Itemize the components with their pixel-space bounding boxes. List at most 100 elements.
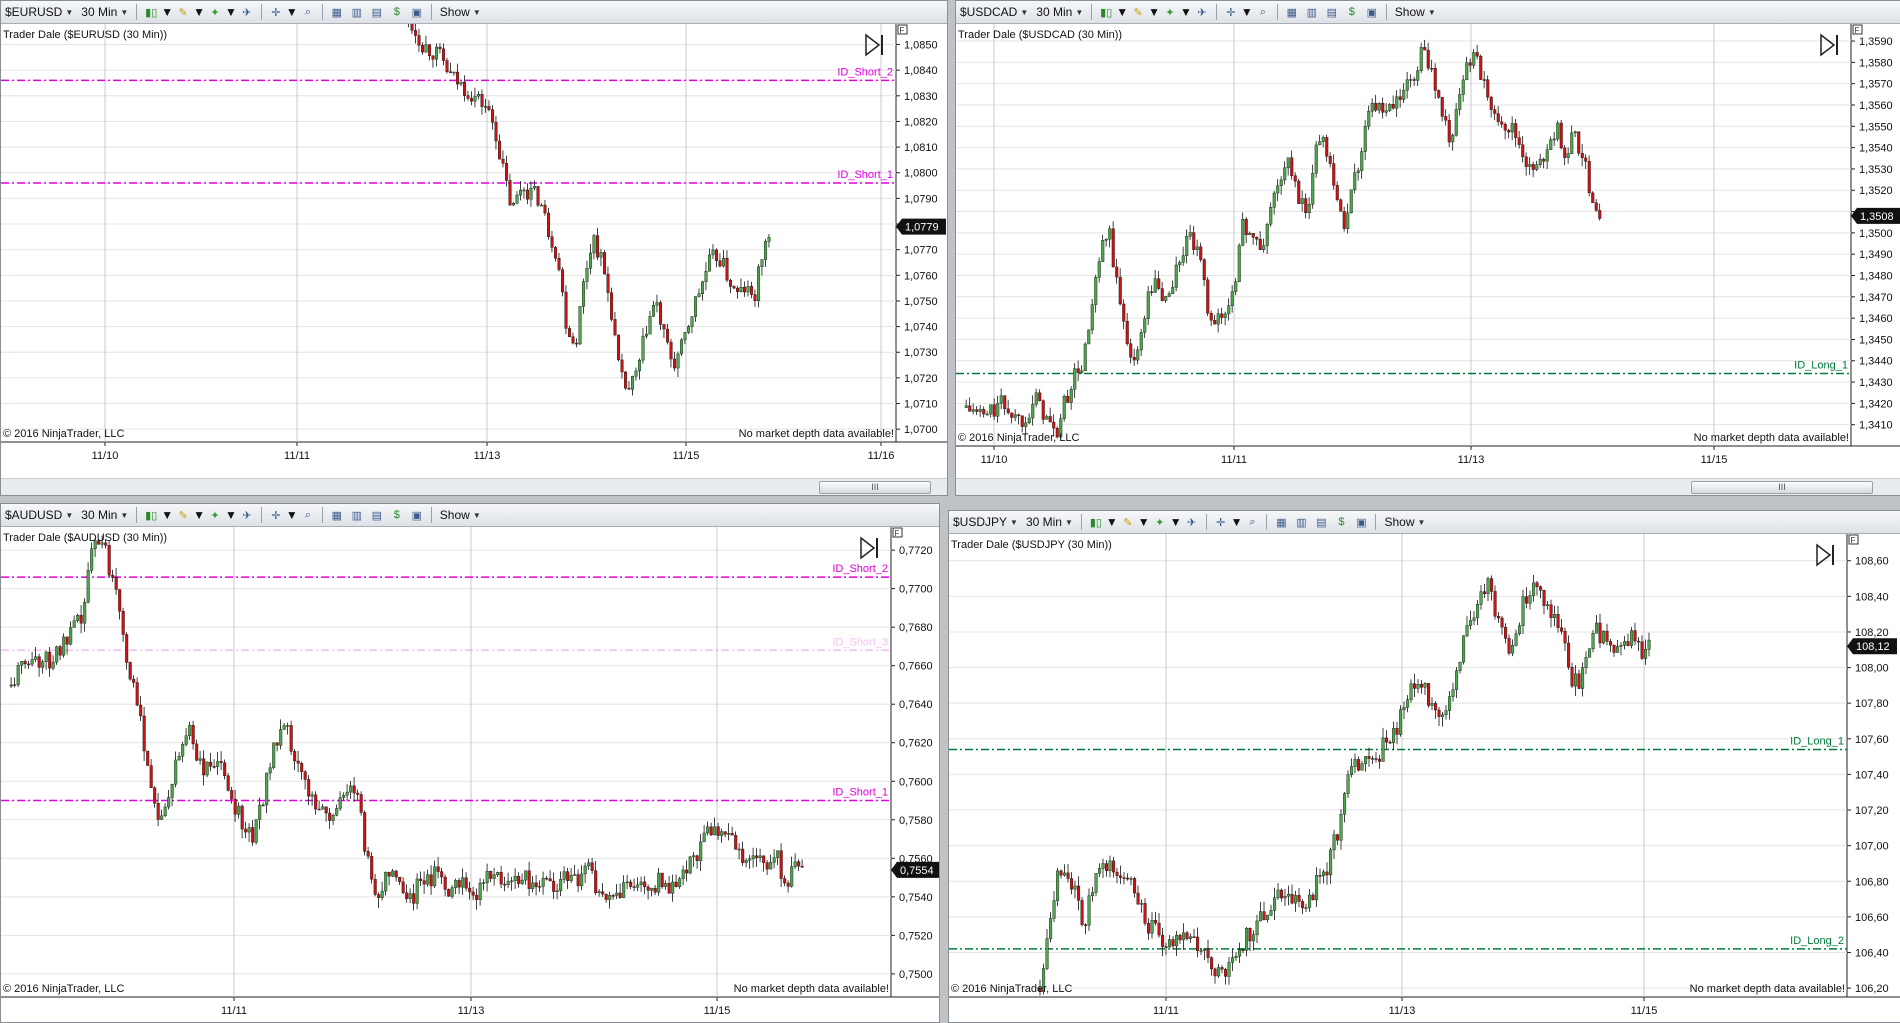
- show-menu-button[interactable]: Show ▼: [436, 505, 485, 525]
- candle-body: [533, 186, 537, 189]
- properties-icon[interactable]: ▣: [409, 4, 425, 20]
- wand-icon[interactable]: ✦: [1152, 514, 1168, 530]
- crosshair-icon[interactable]: ✛: [268, 507, 284, 523]
- chevron-down-icon[interactable]: ▼: [1106, 515, 1118, 529]
- strategies-icon[interactable]: ▤: [369, 507, 385, 523]
- chart-options-icon[interactable]: F: [1848, 534, 1859, 545]
- chart-options-icon[interactable]: F: [892, 527, 903, 538]
- scroll-thumb[interactable]: III: [1691, 481, 1873, 494]
- instrument-selector[interactable]: $USDCAD ▼: [956, 2, 1032, 22]
- zoom-icon[interactable]: ⌕: [300, 4, 316, 20]
- dollar-icon[interactable]: $: [1333, 514, 1349, 530]
- candle-body: [1409, 79, 1413, 81]
- strategies-icon[interactable]: ▤: [369, 4, 385, 20]
- candles-icon[interactable]: ▮▯: [1098, 4, 1114, 20]
- show-menu-button[interactable]: Show ▼: [1391, 2, 1440, 22]
- candle-body: [272, 742, 276, 768]
- chevron-down-icon[interactable]: ▼: [1148, 5, 1160, 19]
- instrument-selector[interactable]: $AUDUSD ▼: [1, 505, 77, 525]
- candle-body: [1465, 625, 1469, 637]
- wand-icon[interactable]: ✦: [1162, 4, 1178, 20]
- instrument-selector[interactable]: $EURUSD ▼: [1, 2, 77, 22]
- chart-usdjpy[interactable]: 108,60 108,40 108,20 108,00 107,80 107,60 107,…: [949, 534, 1900, 1022]
- instrument-selector[interactable]: $USDJPY ▼: [949, 512, 1022, 532]
- candle-body: [1070, 878, 1074, 890]
- scrollbar-usdcad[interactable]: III: [956, 478, 1900, 495]
- candles-icon[interactable]: ▮▯: [1088, 514, 1104, 530]
- timeframe-selector[interactable]: 30 Min ▼: [1032, 2, 1087, 22]
- pencil-icon[interactable]: ✎: [1130, 4, 1146, 20]
- properties-icon[interactable]: ▣: [1353, 514, 1369, 530]
- chart-usdcad[interactable]: 1,3590 1,3580 1,3570 1,3560 1,3550 1,3540 1,35…: [956, 24, 1900, 476]
- dollar-icon[interactable]: $: [389, 507, 405, 523]
- candle-body: [487, 106, 491, 110]
- pin-icon[interactable]: ✈: [1194, 4, 1210, 20]
- timeframe-selector[interactable]: 30 Min ▼: [77, 2, 132, 22]
- chart-eurusd[interactable]: 1,0850 1,0840 1,0830 1,0820 1,0810 1,0800 1,07…: [1, 24, 947, 476]
- properties-icon[interactable]: ▣: [409, 507, 425, 523]
- chevron-down-icon[interactable]: ▼: [1231, 515, 1243, 529]
- wand-icon[interactable]: ✦: [207, 507, 223, 523]
- level-label: ID_Long_1: [1790, 735, 1844, 747]
- indicators-icon[interactable]: ▥: [349, 507, 365, 523]
- pencil-icon[interactable]: ✎: [175, 507, 191, 523]
- chevron-down-icon[interactable]: ▼: [193, 5, 205, 19]
- chevron-down-icon[interactable]: ▼: [161, 5, 173, 19]
- chevron-down-icon[interactable]: ▼: [225, 508, 237, 522]
- candle-body: [536, 186, 540, 206]
- chevron-down-icon[interactable]: ▼: [1170, 515, 1182, 529]
- chevron-down-icon[interactable]: ▼: [193, 508, 205, 522]
- chevron-down-icon[interactable]: ▼: [286, 5, 298, 19]
- data-series-icon[interactable]: ▦: [329, 4, 345, 20]
- candles-icon[interactable]: ▮▯: [143, 4, 159, 20]
- data-series-icon[interactable]: ▦: [1273, 514, 1289, 530]
- show-menu-button[interactable]: Show ▼: [1380, 512, 1429, 532]
- candles-icon[interactable]: ▮▯: [143, 507, 159, 523]
- scrollbar-eurusd[interactable]: III: [1, 478, 947, 495]
- candle-body: [1307, 204, 1311, 214]
- pencil-icon[interactable]: ✎: [1120, 514, 1136, 530]
- indicators-icon[interactable]: ▥: [1293, 514, 1309, 530]
- candle-body: [1451, 134, 1455, 143]
- show-menu-button[interactable]: Show ▼: [436, 2, 485, 22]
- pin-icon[interactable]: ✈: [1184, 514, 1200, 530]
- timeframe-selector[interactable]: 30 Min ▼: [1022, 512, 1077, 532]
- zoom-icon[interactable]: ⌕: [1255, 4, 1271, 20]
- scroll-thumb[interactable]: III: [819, 481, 931, 494]
- candle-body: [1318, 875, 1322, 877]
- chart-options-icon[interactable]: F: [897, 24, 908, 35]
- chevron-down-icon[interactable]: ▼: [1241, 5, 1253, 19]
- crosshair-icon[interactable]: ✛: [1213, 514, 1229, 530]
- data-series-icon[interactable]: ▦: [1284, 4, 1300, 20]
- wand-icon[interactable]: ✦: [207, 4, 223, 20]
- strategies-icon[interactable]: ▤: [1324, 4, 1340, 20]
- chevron-down-icon[interactable]: ▼: [1116, 5, 1128, 19]
- properties-icon[interactable]: ▣: [1364, 4, 1380, 20]
- chart-audusd[interactable]: 0,7720 0,7700 0,7680 0,7660 0,7640 0,7620 0,76…: [1, 527, 939, 1022]
- chart-options-icon[interactable]: F: [1852, 24, 1863, 35]
- strategies-icon[interactable]: ▤: [1313, 514, 1329, 530]
- chevron-down-icon[interactable]: ▼: [161, 508, 173, 522]
- data-series-icon[interactable]: ▦: [329, 507, 345, 523]
- pin-icon[interactable]: ✈: [239, 507, 255, 523]
- y-tick-label: 107,40: [1855, 769, 1889, 781]
- chevron-down-icon[interactable]: ▼: [1138, 515, 1150, 529]
- candle-body: [426, 874, 430, 885]
- zoom-icon[interactable]: ⌕: [1244, 514, 1260, 530]
- crosshair-icon[interactable]: ✛: [268, 4, 284, 20]
- indicators-icon[interactable]: ▥: [349, 4, 365, 20]
- chevron-down-icon[interactable]: ▼: [1180, 5, 1192, 19]
- pin-icon[interactable]: ✈: [239, 4, 255, 20]
- timeframe-selector[interactable]: 30 Min ▼: [77, 505, 132, 525]
- indicators-icon[interactable]: ▥: [1304, 4, 1320, 20]
- zoom-icon[interactable]: ⌕: [300, 507, 316, 523]
- candle-body: [1038, 392, 1042, 401]
- crosshair-icon[interactable]: ✛: [1223, 4, 1239, 20]
- candle-body: [1591, 633, 1595, 649]
- pencil-icon[interactable]: ✎: [175, 4, 191, 20]
- dollar-icon[interactable]: $: [1344, 4, 1360, 20]
- chevron-down-icon[interactable]: ▼: [286, 508, 298, 522]
- dollar-icon[interactable]: $: [389, 4, 405, 20]
- chevron-down-icon[interactable]: ▼: [225, 5, 237, 19]
- candle-body: [1013, 414, 1017, 418]
